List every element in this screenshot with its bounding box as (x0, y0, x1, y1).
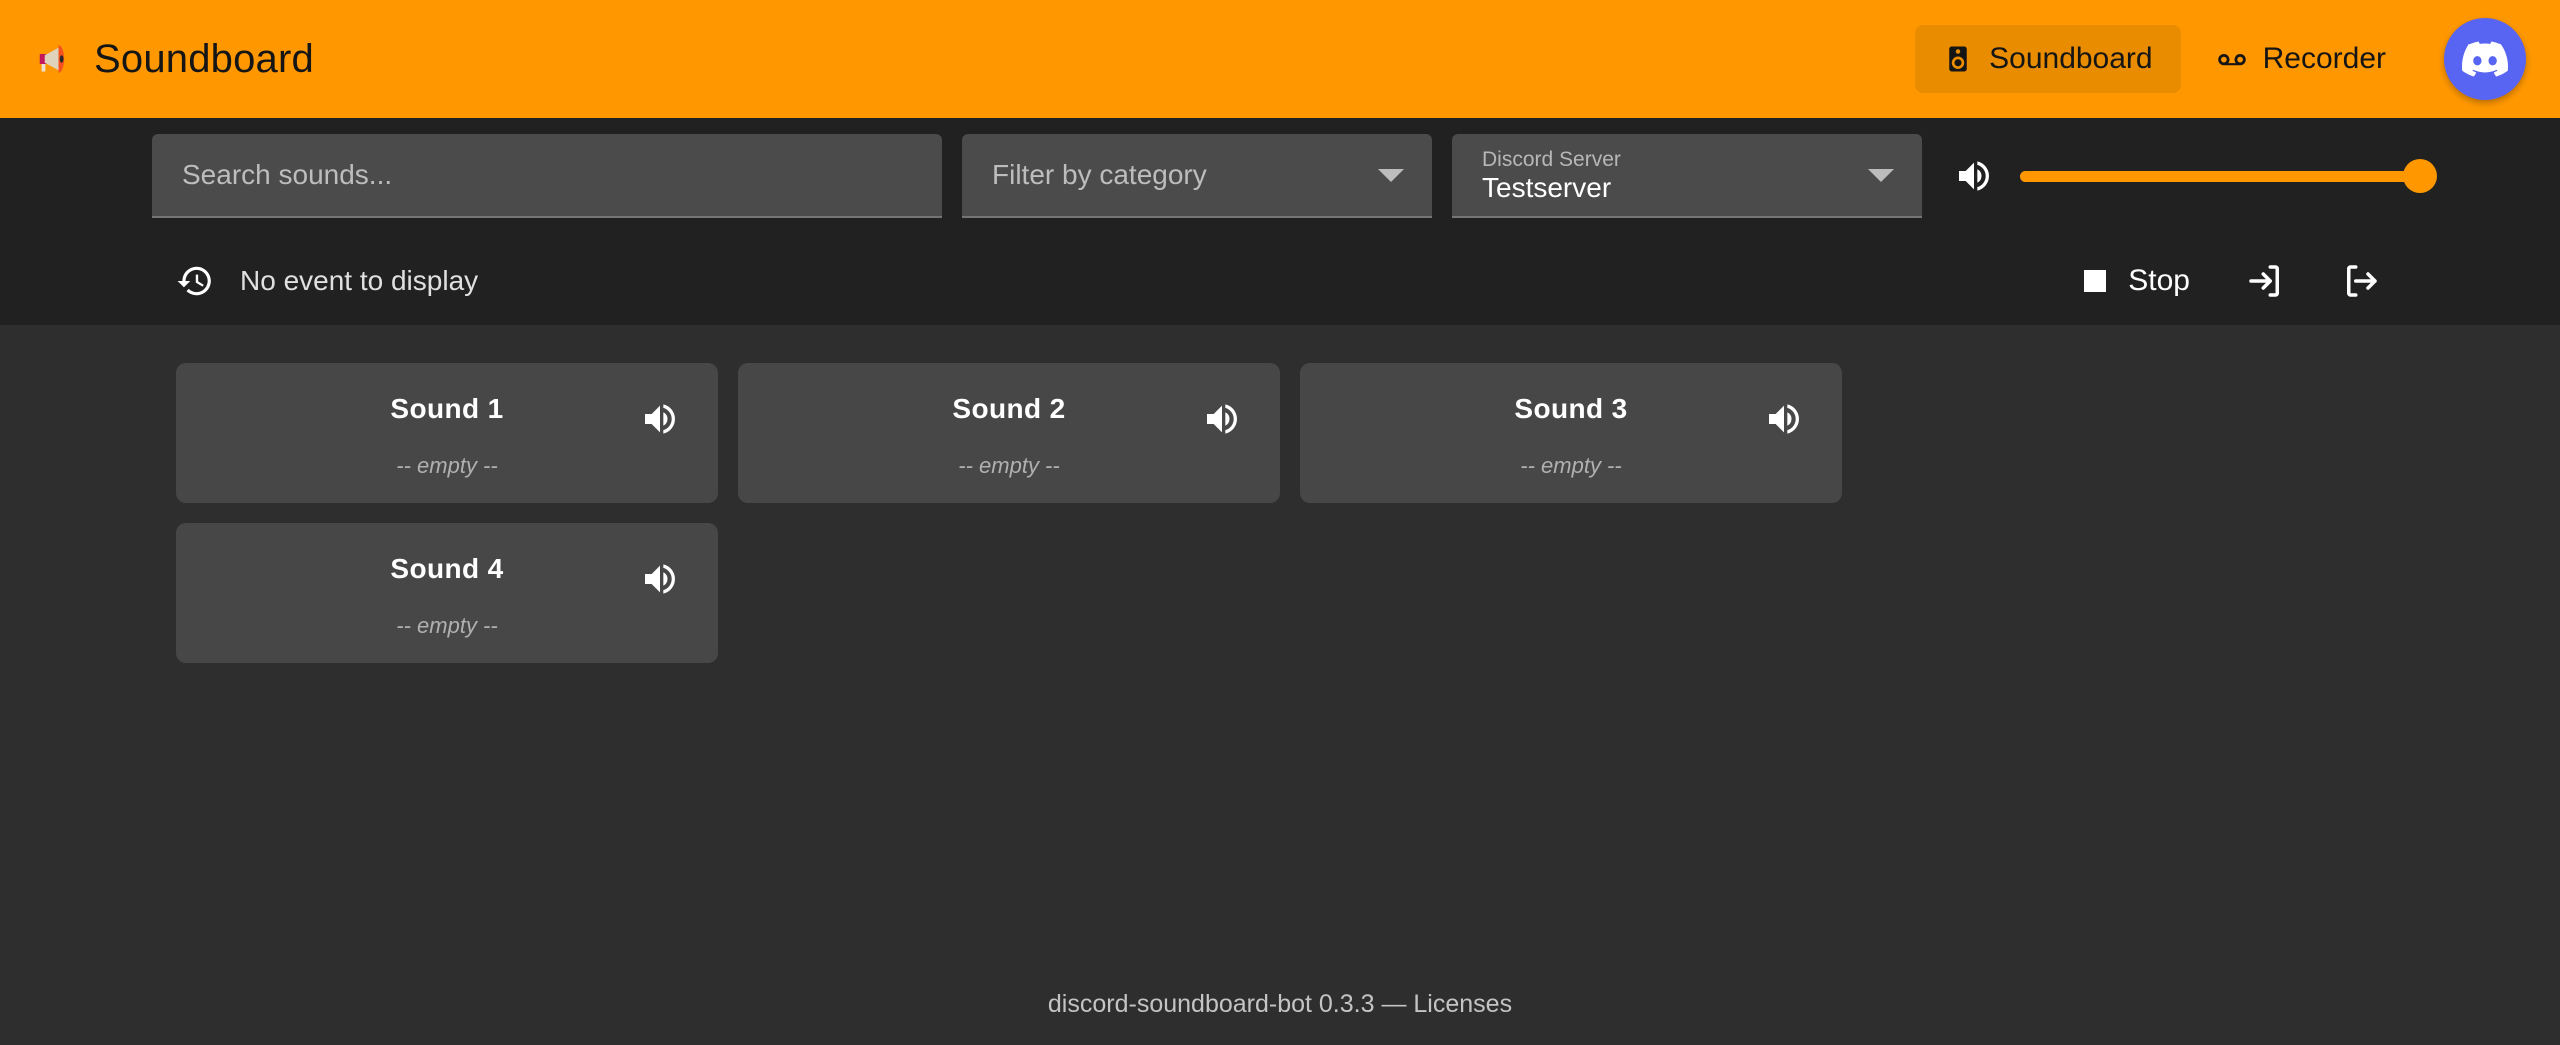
footer-version-text: discord-soundboard-bot 0.3.3 — (1047, 990, 1414, 1018)
sound-card-subtitle: -- empty -- (396, 453, 498, 478)
logout-arrow-icon (2347, 265, 2377, 297)
toolbar-status-row: No event to display Stop (0, 238, 2560, 324)
sound-grid: Sound 1 -- empty -- Sound 2 -- empty -- Soun… (0, 363, 2560, 663)
sound-card-title: Sound 2 (952, 393, 1066, 424)
stop-square-icon (2084, 270, 2107, 292)
server-select-value: Testserver (1482, 171, 1612, 203)
join-voice-button[interactable] (2234, 252, 2296, 310)
tab-soundboard-label: Soundboard (1989, 42, 2153, 75)
server-select-label: Discord Server (1482, 147, 1621, 171)
stop-button[interactable]: Stop (2074, 256, 2200, 306)
master-volume-slider[interactable] (2020, 159, 2437, 193)
sound-card-volume-button[interactable] (640, 559, 680, 599)
category-filter-label: Filter by category (992, 159, 1207, 190)
master-volume-control (1954, 134, 2560, 218)
tab-recorder-label: Recorder (2262, 42, 2386, 75)
event-status-text: No event to display (240, 265, 479, 296)
voicemail-icon (2217, 54, 2246, 66)
search-input[interactable] (152, 159, 942, 191)
volume-up-icon (645, 564, 675, 594)
discord-login-button[interactable] (2444, 18, 2526, 100)
tab-soundboard[interactable]: Soundboard (1915, 25, 2181, 93)
toolbar-controls-row: Filter by category Discord Server Testse… (0, 118, 2560, 238)
server-select-text: Discord Server Testserver (1482, 149, 1621, 202)
sound-card-subtitle: -- empty -- (958, 453, 1060, 478)
chevron-down-icon (1868, 168, 1894, 182)
sound-card-volume-button[interactable] (1202, 399, 1242, 439)
history-icon (177, 266, 211, 296)
sound-card[interactable]: Sound 2 -- empty -- (738, 363, 1280, 503)
main-content: Sound 1 -- empty -- Sound 2 -- empty -- Soun… (0, 325, 2560, 1045)
category-filter-select[interactable]: Filter by category (962, 134, 1432, 218)
megaphone-icon (39, 45, 65, 73)
event-status: No event to display (0, 262, 478, 300)
discord-logo-icon (2462, 41, 2508, 77)
volume-up-icon (1207, 404, 1237, 434)
header-nav: Soundboard Recorder (1915, 18, 2526, 100)
stop-button-label: Stop (2128, 264, 2190, 297)
volume-up-icon (645, 404, 675, 434)
app-root: Soundboard Soundboard Recorder Search so… (0, 0, 2560, 1045)
footer: discord-soundboard-bot 0.3.3 — Licenses (0, 990, 2560, 1019)
sound-card[interactable]: Sound 1 -- empty -- (176, 363, 718, 503)
discord-server-select[interactable]: Discord Server Testserver (1452, 134, 1922, 218)
speaker-box-icon (1949, 46, 1967, 72)
chevron-down-icon (1378, 168, 1404, 182)
app-title: Soundboard (94, 36, 314, 81)
sound-card-title: Sound 4 (390, 553, 504, 584)
toolbar-actions: Stop (2074, 252, 2560, 310)
leave-voice-button[interactable] (2330, 252, 2392, 310)
tab-recorder[interactable]: Recorder (2189, 25, 2414, 93)
sound-card-subtitle: -- empty -- (396, 613, 498, 638)
brand: Soundboard (34, 37, 314, 82)
volume-up-icon (1959, 161, 1989, 191)
volume-slider-fill (2020, 170, 2420, 182)
licenses-link[interactable]: Licenses (1413, 990, 1512, 1018)
sound-card[interactable]: Sound 3 -- empty -- (1300, 363, 1842, 503)
app-header: Soundboard Soundboard Recorder (0, 0, 2560, 118)
sound-card-volume-button[interactable] (640, 399, 680, 439)
sound-card-title: Sound 3 (1514, 393, 1628, 424)
search-field[interactable] (152, 134, 942, 218)
sound-card-title: Sound 1 (390, 393, 504, 424)
volume-slider-thumb[interactable] (2403, 159, 2437, 193)
sound-card[interactable]: Sound 4 -- empty -- (176, 523, 718, 663)
sound-card-volume-button[interactable] (1764, 399, 1804, 439)
toolbar: Filter by category Discord Server Testse… (0, 118, 2560, 325)
login-arrow-icon (2249, 265, 2279, 297)
volume-up-icon (1769, 404, 1799, 434)
sound-card-subtitle: -- empty -- (1520, 453, 1622, 478)
